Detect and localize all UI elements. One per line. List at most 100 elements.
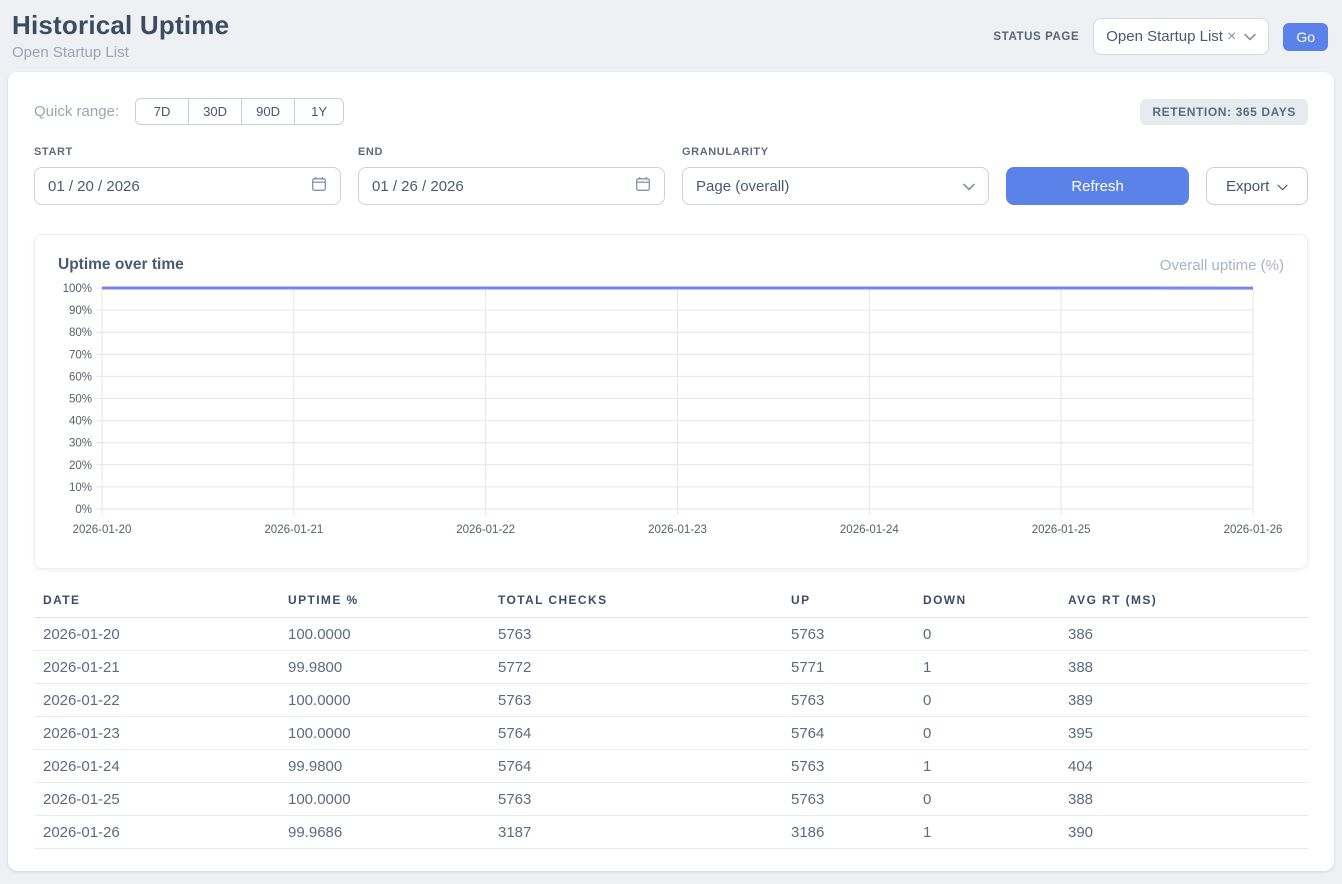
svg-text:2026-01-26: 2026-01-26 [1224,524,1283,536]
status-page-label: STATUS PAGE [993,31,1079,43]
granularity-select[interactable]: Page (overall) [682,167,989,205]
quick-range-group: 7D30D90D1Y [135,98,344,125]
quick-range-button-1y[interactable]: 1Y [295,99,343,124]
table-cell: 5763 [782,618,914,651]
svg-text:10%: 10% [69,482,92,494]
top-header: Historical Uptime Open Startup List STAT… [0,0,1342,72]
table-cell: 100.0000 [279,618,489,651]
status-page-select[interactable]: Open Startup List × [1093,18,1269,55]
clear-selection-icon[interactable]: × [1227,29,1236,45]
table-row: 2026-01-2199.9800577257711388 [34,651,1308,684]
header-right: STATUS PAGE Open Startup List × Go [993,18,1328,55]
svg-text:2026-01-20: 2026-01-20 [73,524,132,536]
uptime-line-chart: 0%10%20%30%40%50%60%70%80%90%100%2026-01… [47,282,1284,545]
table-cell: 99.9686 [279,816,489,849]
table-cell: 99.9800 [279,651,489,684]
uptime-table: DATEUPTIME %TOTAL CHECKSUPDOWNAVG RT (MS… [34,589,1308,849]
page-subtitle: Open Startup List [12,44,229,61]
table-cell: 5764 [489,750,782,783]
table-cell: 100.0000 [279,684,489,717]
table-cell: 0 [914,684,1059,717]
refresh-button[interactable]: Refresh [1006,167,1189,205]
chevron-down-icon [1277,178,1288,195]
quick-range-row: Quick range: 7D30D90D1Y RETENTION: 365 D… [34,98,1308,125]
svg-text:2026-01-22: 2026-01-22 [456,524,515,536]
start-date-value: 01 / 20 / 2026 [48,178,140,195]
calendar-icon[interactable] [311,176,327,196]
svg-text:50%: 50% [69,394,92,406]
table-row: 2026-01-2699.9686318731861390 [34,816,1308,849]
table-header-cell: AVG RT (MS) [1059,589,1308,618]
export-button-label: Export [1226,178,1269,195]
filters-row: START 01 / 20 / 2026 END 01 / 26 / 2026 … [34,146,1308,205]
table-cell: 5764 [489,717,782,750]
granularity-label: GRANULARITY [682,146,989,158]
calendar-icon[interactable] [635,176,651,196]
table-row: 2026-01-2499.9800576457631404 [34,750,1308,783]
table-cell: 2026-01-25 [34,783,279,816]
svg-text:2026-01-21: 2026-01-21 [264,524,323,536]
svg-text:0%: 0% [75,504,92,516]
quick-range-button-30d[interactable]: 30D [189,99,242,124]
table-cell: 5763 [489,783,782,816]
svg-text:30%: 30% [69,438,92,450]
svg-text:70%: 70% [69,349,92,361]
table-cell: 1 [914,816,1059,849]
table-cell: 388 [1059,651,1308,684]
table-cell: 5772 [489,651,782,684]
table-cell: 100.0000 [279,717,489,750]
table-cell: 5763 [782,783,914,816]
table-cell: 395 [1059,717,1308,750]
table-cell: 0 [914,717,1059,750]
export-button[interactable]: Export [1206,167,1308,205]
table-cell: 5771 [782,651,914,684]
svg-text:60%: 60% [69,371,92,383]
table-header-cell: TOTAL CHECKS [489,589,782,618]
table-cell: 1 [914,651,1059,684]
table-cell: 0 [914,618,1059,651]
chart-legend-label: Overall uptime (%) [1160,257,1284,274]
table-cell: 2026-01-24 [34,750,279,783]
table-cell: 5763 [782,750,914,783]
table-header-cell: UP [782,589,914,618]
table-cell: 2026-01-23 [34,717,279,750]
table-cell: 388 [1059,783,1308,816]
table-cell: 5763 [782,684,914,717]
quick-range-button-90d[interactable]: 90D [242,99,295,124]
table-cell: 5763 [489,618,782,651]
table-cell: 404 [1059,750,1308,783]
table-row: 2026-01-23100.0000576457640395 [34,717,1308,750]
svg-text:2026-01-25: 2026-01-25 [1032,524,1091,536]
page-title: Historical Uptime [12,10,229,41]
table-row: 2026-01-22100.0000576357630389 [34,684,1308,717]
table-row: 2026-01-20100.0000576357630386 [34,618,1308,651]
table-header-cell: DATE [34,589,279,618]
end-date-value: 01 / 26 / 2026 [372,178,464,195]
svg-text:2026-01-23: 2026-01-23 [648,524,707,536]
retention-badge: RETENTION: 365 DAYS [1140,99,1308,125]
chevron-down-icon [963,178,975,195]
go-button[interactable]: Go [1283,23,1328,51]
quick-range-button-7d[interactable]: 7D [136,99,189,124]
table-cell: 3186 [782,816,914,849]
table-cell: 1 [914,750,1059,783]
table-cell: 0 [914,783,1059,816]
table-body: 2026-01-20100.00005763576303862026-01-21… [34,618,1308,849]
table-header-cell: UPTIME % [279,589,489,618]
table-cell: 2026-01-22 [34,684,279,717]
table-cell: 100.0000 [279,783,489,816]
table-cell: 5764 [782,717,914,750]
quick-range-label: Quick range: [34,103,119,120]
table-header-row: DATEUPTIME %TOTAL CHECKSUPDOWNAVG RT (MS… [34,589,1308,618]
table-cell: 389 [1059,684,1308,717]
svg-text:90%: 90% [69,305,92,317]
chevron-down-icon [1244,28,1256,46]
end-date-input[interactable]: 01 / 26 / 2026 [358,167,665,205]
end-date-label: END [358,146,665,158]
svg-text:100%: 100% [63,283,92,295]
svg-text:2026-01-24: 2026-01-24 [840,524,899,536]
table-cell: 3187 [489,816,782,849]
table-cell: 386 [1059,618,1308,651]
table-cell: 390 [1059,816,1308,849]
start-date-input[interactable]: 01 / 20 / 2026 [34,167,341,205]
